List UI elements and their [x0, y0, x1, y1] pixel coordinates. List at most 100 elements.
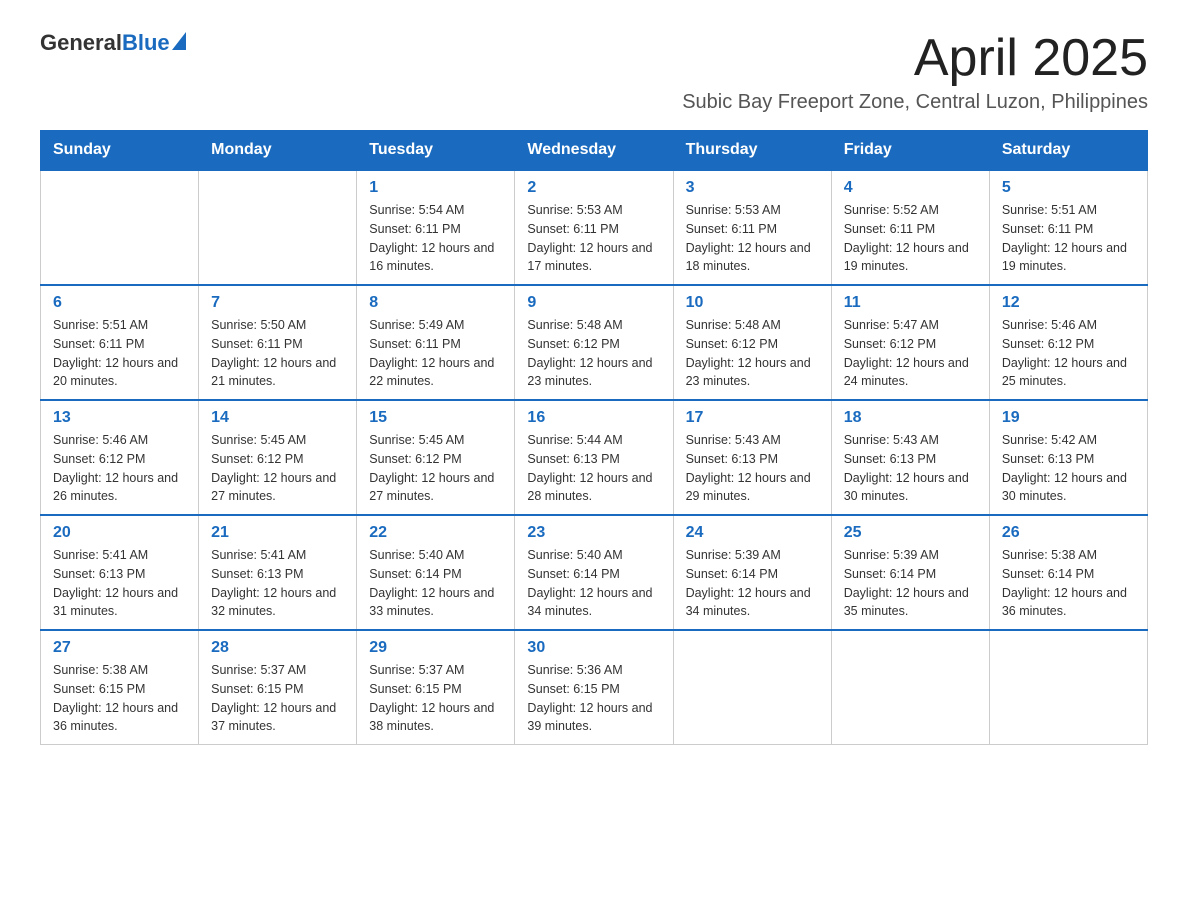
logo: GeneralBlue [40, 30, 186, 56]
calendar-cell: 19Sunrise: 5:42 AMSunset: 6:13 PMDayligh… [989, 400, 1147, 515]
calendar-cell: 16Sunrise: 5:44 AMSunset: 6:13 PMDayligh… [515, 400, 673, 515]
day-info: Sunrise: 5:43 AMSunset: 6:13 PMDaylight:… [844, 431, 977, 506]
day-info: Sunrise: 5:41 AMSunset: 6:13 PMDaylight:… [53, 546, 186, 621]
calendar-cell: 27 Sunrise: 5:38 AMSunset: 6:15 PMDayligh… [41, 630, 199, 745]
title-area: April 2025 Subic Bay Freeport Zone, Cent… [682, 30, 1148, 114]
day-number: 29 [369, 639, 502, 657]
calendar-cell [41, 170, 199, 285]
weekday-header-row: SundayMondayTuesdayWednesdayThursdayFrid… [41, 131, 1148, 171]
day-info: Sunrise: 5:40 AMSunset: 6:14 PMDaylight:… [369, 546, 502, 621]
calendar-cell: 7 Sunrise: 5:50 AMSunset: 6:11 PMDaylight… [199, 285, 357, 400]
calendar-cell: 23 Sunrise: 5:40 AMSunset: 6:14 PMDayligh… [515, 515, 673, 630]
month-year-title: April 2025 [682, 30, 1148, 87]
page-header: GeneralBlue April 2025 Subic Bay Freepor… [40, 30, 1148, 114]
logo-blue: Blue [122, 30, 170, 55]
calendar-cell: 25Sunrise: 5:39 AMSunset: 6:14 PMDayligh… [831, 515, 989, 630]
day-info: Sunrise: 5:39 AMSunset: 6:14 PMDaylight:… [686, 546, 819, 621]
day-number: 20 [53, 524, 186, 542]
day-number: 10 [686, 294, 819, 312]
weekday-header-friday: Friday [831, 131, 989, 171]
day-number: 2 [527, 179, 660, 197]
week-row-5: 27 Sunrise: 5:38 AMSunset: 6:15 PMDayligh… [41, 630, 1148, 745]
day-number: 3 [686, 179, 819, 197]
day-info: Sunrise: 5:53 AMSunset: 6:11 PMDaylight:… [686, 201, 819, 276]
calendar-cell: 17 Sunrise: 5:43 AMSunset: 6:13 PMDayligh… [673, 400, 831, 515]
day-number: 28 [211, 639, 344, 657]
day-info: Sunrise: 5:50 AMSunset: 6:11 PMDaylight:… [211, 316, 344, 391]
day-number: 8 [369, 294, 502, 312]
weekday-header-saturday: Saturday [989, 131, 1147, 171]
day-info: Sunrise: 5:37 AMSunset: 6:15 PMDaylight:… [211, 661, 344, 736]
day-number: 17 [686, 409, 819, 427]
day-info: Sunrise: 5:53 AMSunset: 6:11 PMDaylight:… [527, 201, 660, 276]
calendar-cell: 8Sunrise: 5:49 AMSunset: 6:11 PMDaylight… [357, 285, 515, 400]
calendar-cell: 26Sunrise: 5:38 AMSunset: 6:14 PMDayligh… [989, 515, 1147, 630]
calendar-cell: 22 Sunrise: 5:40 AMSunset: 6:14 PMDayligh… [357, 515, 515, 630]
weekday-header-tuesday: Tuesday [357, 131, 515, 171]
calendar-cell: 29 Sunrise: 5:37 AMSunset: 6:15 PMDayligh… [357, 630, 515, 745]
calendar-cell [831, 630, 989, 745]
day-info: Sunrise: 5:47 AMSunset: 6:12 PMDaylight:… [844, 316, 977, 391]
day-number: 5 [1002, 179, 1135, 197]
calendar-cell: 14Sunrise: 5:45 AMSunset: 6:12 PMDayligh… [199, 400, 357, 515]
day-info: Sunrise: 5:38 AMSunset: 6:15 PMDaylight:… [53, 661, 186, 736]
calendar-cell: 9Sunrise: 5:48 AMSunset: 6:12 PMDaylight… [515, 285, 673, 400]
week-row-3: 13 Sunrise: 5:46 AMSunset: 6:12 PMDayligh… [41, 400, 1148, 515]
day-number: 24 [686, 524, 819, 542]
day-info: Sunrise: 5:51 AMSunset: 6:11 PMDaylight:… [1002, 201, 1135, 276]
calendar-cell: 20 Sunrise: 5:41 AMSunset: 6:13 PMDayligh… [41, 515, 199, 630]
week-row-2: 6Sunrise: 5:51 AMSunset: 6:11 PMDaylight… [41, 285, 1148, 400]
calendar-cell: 11 Sunrise: 5:47 AMSunset: 6:12 PMDayligh… [831, 285, 989, 400]
calendar-cell: 6Sunrise: 5:51 AMSunset: 6:11 PMDaylight… [41, 285, 199, 400]
calendar-cell: 28 Sunrise: 5:37 AMSunset: 6:15 PMDayligh… [199, 630, 357, 745]
day-number: 21 [211, 524, 344, 542]
day-number: 13 [53, 409, 186, 427]
day-number: 6 [53, 294, 186, 312]
day-info: Sunrise: 5:37 AMSunset: 6:15 PMDaylight:… [369, 661, 502, 736]
day-info: Sunrise: 5:46 AMSunset: 6:12 PMDaylight:… [1002, 316, 1135, 391]
calendar-cell: 13 Sunrise: 5:46 AMSunset: 6:12 PMDayligh… [41, 400, 199, 515]
calendar-cell: 10 Sunrise: 5:48 AMSunset: 6:12 PMDayligh… [673, 285, 831, 400]
week-row-4: 20 Sunrise: 5:41 AMSunset: 6:13 PMDayligh… [41, 515, 1148, 630]
day-info: Sunrise: 5:46 AMSunset: 6:12 PMDaylight:… [53, 431, 186, 506]
weekday-header-wednesday: Wednesday [515, 131, 673, 171]
day-info: Sunrise: 5:39 AMSunset: 6:14 PMDaylight:… [844, 546, 977, 621]
calendar-cell [673, 630, 831, 745]
calendar-cell: 3 Sunrise: 5:53 AMSunset: 6:11 PMDaylight… [673, 170, 831, 285]
day-number: 23 [527, 524, 660, 542]
day-info: Sunrise: 5:45 AMSunset: 6:12 PMDaylight:… [211, 431, 344, 506]
weekday-header-sunday: Sunday [41, 131, 199, 171]
day-info: Sunrise: 5:40 AMSunset: 6:14 PMDaylight:… [527, 546, 660, 621]
day-number: 7 [211, 294, 344, 312]
day-number: 22 [369, 524, 502, 542]
day-number: 26 [1002, 524, 1135, 542]
day-number: 27 [53, 639, 186, 657]
day-info: Sunrise: 5:36 AMSunset: 6:15 PMDaylight:… [527, 661, 660, 736]
day-info: Sunrise: 5:43 AMSunset: 6:13 PMDaylight:… [686, 431, 819, 506]
calendar-cell: 30 Sunrise: 5:36 AMSunset: 6:15 PMDayligh… [515, 630, 673, 745]
day-info: Sunrise: 5:52 AMSunset: 6:11 PMDaylight:… [844, 201, 977, 276]
day-number: 16 [527, 409, 660, 427]
day-number: 11 [844, 294, 977, 312]
calendar-cell [199, 170, 357, 285]
calendar-cell: 5 Sunrise: 5:51 AMSunset: 6:11 PMDaylight… [989, 170, 1147, 285]
location-subtitle: Subic Bay Freeport Zone, Central Luzon, … [682, 91, 1148, 114]
day-info: Sunrise: 5:48 AMSunset: 6:12 PMDaylight:… [686, 316, 819, 391]
day-number: 9 [527, 294, 660, 312]
logo-text: GeneralBlue [40, 30, 170, 56]
calendar-cell: 18 Sunrise: 5:43 AMSunset: 6:13 PMDayligh… [831, 400, 989, 515]
calendar-cell: 4Sunrise: 5:52 AMSunset: 6:11 PMDaylight… [831, 170, 989, 285]
day-number: 18 [844, 409, 977, 427]
calendar-cell: 21Sunrise: 5:41 AMSunset: 6:13 PMDayligh… [199, 515, 357, 630]
calendar-cell: 15 Sunrise: 5:45 AMSunset: 6:12 PMDayligh… [357, 400, 515, 515]
day-number: 19 [1002, 409, 1135, 427]
day-info: Sunrise: 5:45 AMSunset: 6:12 PMDaylight:… [369, 431, 502, 506]
calendar-cell: 24 Sunrise: 5:39 AMSunset: 6:14 PMDayligh… [673, 515, 831, 630]
logo-triangle-icon [172, 32, 186, 50]
calendar-cell: 1Sunrise: 5:54 AMSunset: 6:11 PMDaylight… [357, 170, 515, 285]
day-number: 12 [1002, 294, 1135, 312]
week-row-1: 1Sunrise: 5:54 AMSunset: 6:11 PMDaylight… [41, 170, 1148, 285]
calendar-cell [989, 630, 1147, 745]
day-number: 15 [369, 409, 502, 427]
day-number: 30 [527, 639, 660, 657]
